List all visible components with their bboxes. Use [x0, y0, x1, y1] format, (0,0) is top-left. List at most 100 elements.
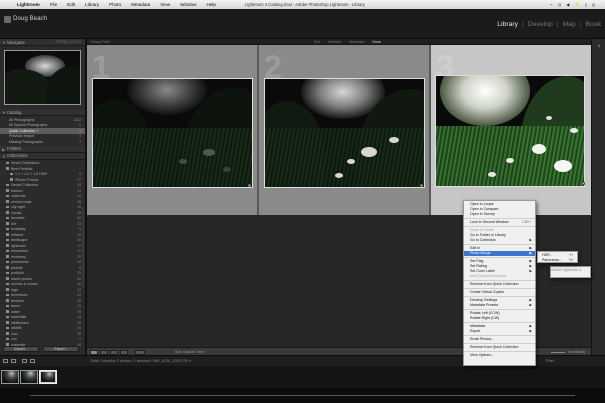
- expand-triangle-icon[interactable]: ◀: [597, 43, 600, 48]
- menu-item-export[interactable]: Export ▶: [464, 329, 535, 334]
- menu-metadata[interactable]: Metadata: [126, 2, 155, 7]
- expand-triangle-icon[interactable]: ▶: [2, 147, 5, 152]
- module-map[interactable]: Map: [563, 21, 576, 28]
- photo-grass: [436, 125, 584, 186]
- filter-none[interactable]: None: [372, 40, 381, 44]
- grid-cell-2[interactable]: 2: [259, 45, 429, 215]
- collection-item-count: 22: [77, 249, 81, 253]
- submenu-arrow-icon: ▶: [529, 238, 532, 242]
- left-panel-scrollbar[interactable]: [82, 207, 84, 287]
- navigator-preview[interactable]: [4, 50, 81, 105]
- menu-item-label: Remove from Quick Collection: [470, 282, 519, 286]
- filter-attribute[interactable]: Attribute: [328, 40, 341, 44]
- collection-item-label: wildflowers: [11, 320, 29, 325]
- catalog-header[interactable]: ▼ Catalog: [0, 109, 85, 116]
- menu-shortcut: ⇧⌘↵: [521, 220, 531, 224]
- menu-item-rotate-right-cw[interactable]: Rotate Right (CW): [464, 316, 535, 321]
- menu-item-create-virtual-copies[interactable]: Create Virtual Copies: [464, 290, 535, 295]
- collections-list: Smart Collections Best Portfolio 1.1 + 1.2…: [0, 160, 85, 349]
- menu-separator: [464, 351, 535, 352]
- navigator-header[interactable]: ▼ Navigator FIT FILL 1:1 3:1: [0, 39, 85, 46]
- collapse-triangle-icon[interactable]: ▼: [2, 154, 6, 159]
- module-library[interactable]: Library: [497, 21, 518, 28]
- menu-item-open-in-survey[interactable]: Open in Survey: [464, 212, 535, 217]
- filmstrip-thumb-1[interactable]: [1, 370, 19, 384]
- lightroom-logo-icon: [4, 16, 11, 23]
- menu-item-remove-from-quick-collection[interactable]: Remove from Quick Collection: [464, 345, 535, 350]
- photo-thumbnail-medium[interactable]: [264, 78, 425, 188]
- menu-status-icons[interactable]: ⌁ ◷ ◀ ⚡ ▯ Q: [550, 2, 597, 7]
- collection-item-count: 60: [77, 216, 81, 220]
- grid-view-icon[interactable]: [90, 349, 98, 355]
- photo-thumbnail-bright[interactable]: [435, 75, 585, 187]
- navigator-zoom-options[interactable]: FIT FILL 1:1 3:1: [56, 40, 81, 44]
- right-panel-collapsed[interactable]: ◀: [591, 39, 605, 355]
- menu-item-metadata-presets[interactable]: Metadata Presets ▶: [464, 303, 535, 308]
- collapse-triangle-icon[interactable]: ▼: [2, 110, 6, 115]
- import-button[interactable]: Import...: [3, 346, 39, 352]
- menu-window[interactable]: Window: [175, 2, 201, 7]
- photo-flower: [506, 158, 514, 163]
- menu-separator: [464, 296, 535, 297]
- export-button[interactable]: Export...: [43, 346, 79, 352]
- menu-item-label: Go to Folder in Library: [470, 233, 506, 237]
- menu-view[interactable]: View: [155, 2, 175, 7]
- menu-item-label: Add Shortcut Keyword: [470, 274, 506, 278]
- second-window-icon[interactable]: [3, 359, 8, 363]
- filter-metadata[interactable]: Metadata: [349, 40, 364, 44]
- menu-item-go-to-collection[interactable]: Go to Collection ▶: [464, 238, 535, 243]
- menu-item-view-options[interactable]: View Options...: [464, 353, 535, 358]
- filmstrip-thumb-2[interactable]: [20, 370, 38, 384]
- sort-label[interactable]: Sort: Capture Time ÷: [175, 350, 206, 354]
- submenu-arrow-icon: ▶: [529, 303, 532, 307]
- filmstrip-source-path[interactable]: Quick Collection 3 photos / 1 selected /…: [90, 359, 191, 363]
- filmstrip-thumb-3[interactable]: [39, 370, 57, 384]
- edit-badge-icon: [248, 184, 251, 187]
- menu-edit[interactable]: Edit: [62, 2, 80, 7]
- menu-photo[interactable]: Photo: [104, 2, 126, 7]
- collection-item-count: 36: [77, 282, 81, 286]
- menu-item-email-photos[interactable]: Email Photos...: [464, 337, 535, 342]
- collection-item-label: Best Portfolio: [11, 166, 33, 171]
- menu-app[interactable]: Lightroom: [12, 2, 45, 7]
- module-picker: Library | Develop | Map | Book: [497, 21, 601, 28]
- grid-cell-1[interactable]: 1: [87, 45, 257, 215]
- collection-item-count: 16: [77, 320, 81, 325]
- photo-thumbnail-dark[interactable]: [92, 78, 253, 188]
- grid-cell-3[interactable]: 3: [431, 45, 591, 215]
- collection-item-label: sunrise & sunset: [11, 282, 38, 287]
- catalog-item-count: 3: [79, 134, 81, 138]
- thumbnail-size-slider[interactable]: [551, 351, 565, 353]
- collection-item-count: 20: [77, 276, 81, 281]
- forward-arrow-icon[interactable]: [30, 359, 35, 363]
- folders-header[interactable]: ▶ Folders: [0, 145, 85, 153]
- grid-mini-icon[interactable]: [11, 359, 16, 363]
- import-export-buttons: Import... Export...: [3, 346, 79, 352]
- menu-item-label: Lock to Second Window: [470, 220, 509, 224]
- collection-item-count: 12: [77, 183, 81, 187]
- menu-library[interactable]: Library: [80, 2, 104, 7]
- menu-file[interactable]: File: [45, 2, 62, 7]
- menu-item-label: Email Photos...: [470, 337, 495, 341]
- menu-item-remove-from-quick-collection[interactable]: Remove from Quick Collection: [464, 282, 535, 287]
- menu-help[interactable]: Help: [201, 2, 220, 7]
- collection-item-count: 18: [77, 298, 81, 303]
- loupe-view-icon[interactable]: [100, 349, 108, 355]
- module-develop[interactable]: Develop: [528, 21, 553, 28]
- filter-text[interactable]: Text: [314, 40, 321, 44]
- catalog-item-missing-photographs[interactable]: Missing Photographs 1: [0, 139, 85, 145]
- submenu-item-panorama[interactable]: Panorama... ^M: [538, 258, 577, 263]
- menu-item-photo-merge[interactable]: Photo Merge ▶: [464, 251, 535, 256]
- collections-header[interactable]: ▼ Collections: [0, 152, 85, 160]
- menu-item-label: Show in Finder: [470, 228, 494, 232]
- collection-item-count: 14: [77, 260, 81, 264]
- menu-item-lock-to-second-window[interactable]: Lock to Second Window ⇧⌘↵: [464, 220, 535, 225]
- thumbnails-label: Thumbnails: [567, 349, 585, 354]
- collapse-triangle-icon[interactable]: ▼: [2, 40, 6, 45]
- module-book[interactable]: Book: [586, 21, 602, 28]
- library-filter-label: Library Filter: [90, 39, 110, 44]
- compare-view-icon[interactable]: [110, 349, 118, 355]
- spray-can-icon[interactable]: [135, 349, 145, 355]
- survey-view-icon[interactable]: [120, 349, 128, 355]
- back-arrow-icon[interactable]: [22, 359, 27, 363]
